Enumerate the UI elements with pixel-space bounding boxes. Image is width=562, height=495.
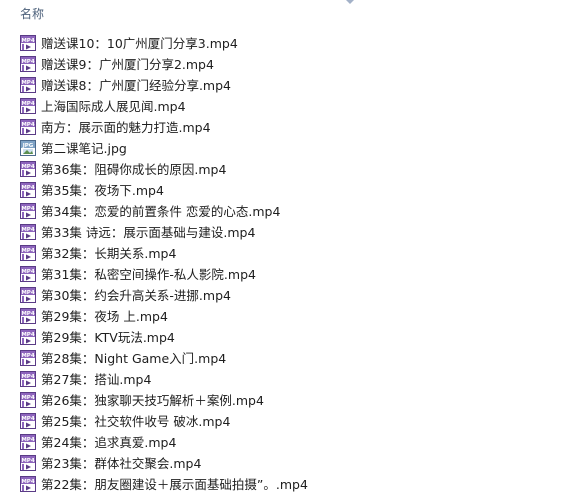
column-header[interactable]: 名称 [0, 0, 562, 30]
file-row[interactable]: MP4 第33集 诗远：展示面基础与建设.mp4 [0, 222, 562, 243]
name-column-header[interactable]: 名称 [20, 6, 44, 22]
svg-text:MP4: MP4 [21, 38, 35, 44]
svg-text:MP4: MP4 [21, 479, 35, 485]
file-name: 第22集：朋友圈建设＋展示面基础拍摄”。.mp4 [41, 477, 308, 492]
file-list: 名称 MP4 赠送课10：10广州厦门分享3.mp4 MP4 赠送课9：广州厦门分享2… [0, 0, 562, 492]
svg-text:MP4: MP4 [21, 227, 35, 233]
file-name: 第28集：Night Game入门.mp4 [41, 351, 227, 366]
file-row[interactable]: JPG 第二课笔记.jpg [0, 138, 562, 159]
file-row[interactable]: MP4 南方：展示面的魅力打造.mp4 [0, 117, 562, 138]
svg-text:MP4: MP4 [21, 185, 35, 191]
file-name: 第36集：阻碍你成长的原因.mp4 [41, 162, 227, 177]
file-row[interactable]: MP4 第30集：约会升高关系-进挪.mp4 [0, 285, 562, 306]
file-row[interactable]: MP4 第25集：社交软件收号 破冰.mp4 [0, 411, 562, 432]
file-name: 第二课笔记.jpg [41, 141, 127, 156]
video-file-icon: MP4 [20, 56, 36, 72]
file-row[interactable]: MP4 第29集：KTV玩法.mp4 [0, 327, 562, 348]
file-row[interactable]: MP4 第31集：私密空间操作-私人影院.mp4 [0, 264, 562, 285]
file-name: 第32集：长期关系.mp4 [41, 246, 177, 261]
file-name: 第29集：夜场 上.mp4 [41, 309, 168, 324]
svg-text:MP4: MP4 [21, 59, 35, 65]
file-row[interactable]: MP4 赠送课8：广州厦门经验分享.mp4 [0, 75, 562, 96]
video-file-icon: MP4 [20, 371, 36, 387]
file-name: 上海国际成人展见闻.mp4 [41, 99, 186, 114]
video-file-icon: MP4 [20, 266, 36, 282]
svg-text:JPG: JPG [22, 143, 34, 149]
video-file-icon: MP4 [20, 476, 36, 492]
video-file-icon: MP4 [20, 287, 36, 303]
video-file-icon: MP4 [20, 413, 36, 429]
video-file-icon: MP4 [20, 329, 36, 345]
file-row[interactable]: MP4 赠送课9：广州厦门分享2.mp4 [0, 54, 562, 75]
file-row[interactable]: MP4 第28集：Night Game入门.mp4 [0, 348, 562, 369]
video-file-icon: MP4 [20, 308, 36, 324]
svg-text:MP4: MP4 [21, 101, 35, 107]
video-file-icon: MP4 [20, 77, 36, 93]
file-row[interactable]: MP4 第36集：阻碍你成长的原因.mp4 [0, 159, 562, 180]
video-file-icon: MP4 [20, 119, 36, 135]
video-file-icon: MP4 [20, 98, 36, 114]
file-name: 第29集：KTV玩法.mp4 [41, 330, 175, 345]
file-row[interactable]: MP4 第35集：夜场下.mp4 [0, 180, 562, 201]
file-row[interactable]: MP4 第34集：恋爱的前置条件 恋爱的心态.mp4 [0, 201, 562, 222]
video-file-icon: MP4 [20, 392, 36, 408]
svg-text:MP4: MP4 [21, 206, 35, 212]
file-name: 第33集 诗远：展示面基础与建设.mp4 [41, 225, 256, 240]
svg-text:MP4: MP4 [21, 80, 35, 86]
video-file-icon: MP4 [20, 455, 36, 471]
svg-text:MP4: MP4 [21, 374, 35, 380]
svg-text:MP4: MP4 [21, 437, 35, 443]
file-row[interactable]: MP4 第32集：长期关系.mp4 [0, 243, 562, 264]
file-name: 第23集：群体社交聚会.mp4 [41, 456, 202, 471]
file-name: 赠送课8：广州厦门经验分享.mp4 [41, 78, 231, 93]
video-file-icon: MP4 [20, 245, 36, 261]
sort-arrow-icon [346, 0, 354, 4]
file-name: 第34集：恋爱的前置条件 恋爱的心态.mp4 [41, 204, 281, 219]
svg-text:MP4: MP4 [21, 122, 35, 128]
file-row[interactable]: MP4 第23集：群体社交聚会.mp4 [0, 453, 562, 474]
file-name: 第24集：追求真爱.mp4 [41, 435, 177, 450]
file-name: 第31集：私密空间操作-私人影院.mp4 [41, 267, 256, 282]
svg-text:MP4: MP4 [21, 164, 35, 170]
video-file-icon: MP4 [20, 35, 36, 51]
svg-text:MP4: MP4 [21, 311, 35, 317]
svg-text:MP4: MP4 [21, 248, 35, 254]
video-file-icon: MP4 [20, 203, 36, 219]
video-file-icon: MP4 [20, 182, 36, 198]
file-row[interactable]: MP4 上海国际成人展见闻.mp4 [0, 96, 562, 117]
video-file-icon: MP4 [20, 350, 36, 366]
file-name: 第26集：独家聊天技巧解析＋案例.mp4 [41, 393, 264, 408]
svg-text:MP4: MP4 [21, 353, 35, 359]
file-name: 赠送课10：10广州厦门分享3.mp4 [41, 36, 238, 51]
file-name: 赠送课9：广州厦门分享2.mp4 [41, 57, 214, 72]
file-name: 第27集：搭讪.mp4 [41, 372, 152, 387]
file-row[interactable]: MP4 赠送课10：10广州厦门分享3.mp4 [0, 33, 562, 54]
svg-text:MP4: MP4 [21, 332, 35, 338]
svg-text:MP4: MP4 [21, 416, 35, 422]
file-row[interactable]: MP4 第26集：独家聊天技巧解析＋案例.mp4 [0, 390, 562, 411]
image-file-icon: JPG [20, 140, 36, 156]
svg-text:MP4: MP4 [21, 395, 35, 401]
file-row[interactable]: MP4 第29集：夜场 上.mp4 [0, 306, 562, 327]
svg-text:MP4: MP4 [21, 269, 35, 275]
video-file-icon: MP4 [20, 224, 36, 240]
file-name: 南方：展示面的魅力打造.mp4 [41, 120, 211, 135]
file-row[interactable]: MP4 第22集：朋友圈建设＋展示面基础拍摄”。.mp4 [0, 474, 562, 495]
file-name: 第35集：夜场下.mp4 [41, 183, 164, 198]
file-name: 第30集：约会升高关系-进挪.mp4 [41, 288, 231, 303]
svg-text:MP4: MP4 [21, 458, 35, 464]
video-file-icon: MP4 [20, 434, 36, 450]
file-row[interactable]: MP4 第24集：追求真爱.mp4 [0, 432, 562, 453]
video-file-icon: MP4 [20, 161, 36, 177]
svg-text:MP4: MP4 [21, 290, 35, 296]
file-rows: MP4 赠送课10：10广州厦门分享3.mp4 MP4 赠送课9：广州厦门分享2.mp… [0, 33, 562, 495]
file-row[interactable]: MP4 第27集：搭讪.mp4 [0, 369, 562, 390]
file-name: 第25集：社交软件收号 破冰.mp4 [41, 414, 231, 429]
